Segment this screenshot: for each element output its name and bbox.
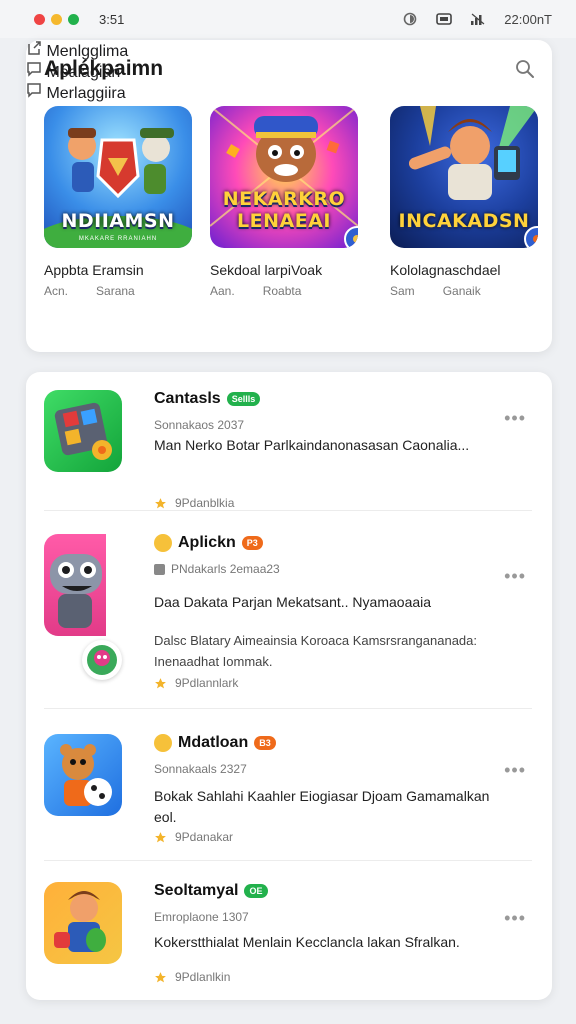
featured-app-2-name: Sekdoal larpiVoak [210, 262, 323, 278]
status-right-text: 22:00nT [504, 11, 552, 27]
search-button[interactable] [512, 56, 538, 82]
app-secondary-icon [82, 640, 122, 680]
featured-app-3-meta-left: Sam [390, 284, 415, 298]
featured-app-3-artwork[interactable]: INCAKADSN [390, 106, 538, 248]
app-badge: OE [244, 884, 268, 898]
status-bar: 3:51 22:00nT [0, 0, 576, 38]
featured-app-2[interactable]: NEKARKRO LENAEAI Sekdoal larpiVoak Aan. … [210, 106, 360, 298]
app-subtitle: Sonnakaals 2327 [154, 762, 247, 776]
featured-app-3-action-label: Merlaggiira [46, 85, 126, 102]
signal-icon [470, 12, 486, 26]
comment-icon [27, 62, 41, 77]
star-icon [155, 831, 166, 842]
window-controls [34, 13, 79, 25]
featured-app-1-artwork[interactable]: NDIIAMSN MKAKARE RRANIAHN [44, 106, 192, 248]
calendar-icon [154, 563, 165, 575]
smiley-icon [154, 734, 172, 752]
featured-app-3[interactable]: INCAKADSN Kololagnaschdael Sam Ganaik [390, 106, 540, 298]
app-icon[interactable] [44, 734, 122, 816]
app-icon[interactable] [44, 882, 122, 964]
app-rating[interactable]: 9Pdlanlkin [154, 970, 230, 984]
featured-app-3-action-button[interactable]: Merlaggiira [26, 82, 552, 103]
more-options-button[interactable]: ••• [504, 908, 526, 929]
app-rating-label: 9Pdlannlark [175, 676, 239, 690]
star-icon [155, 497, 166, 508]
featured-header: Aplékpaimn [44, 54, 538, 84]
app-description: Bokak Sahlahi Kaahler Eiogiasar Djoam Ga… [154, 788, 490, 804]
page-title: Aplékpaimn [44, 57, 164, 80]
app-name[interactable]: Cantasls [154, 390, 221, 408]
featured-app-3-art-text: INCAKADSN [398, 210, 530, 232]
app-name[interactable]: Mdatloan [178, 734, 248, 752]
app-badge: Sellls [226, 392, 261, 406]
battery-saver-icon [402, 12, 418, 26]
featured-app-3-name: Kololagnaschdael [390, 262, 501, 278]
app-title-row: Aplickn P3 [154, 534, 263, 552]
app-description-extra: eol. [154, 809, 177, 825]
featured-app-1-meta-left: Acn. [44, 284, 69, 298]
smiley-icon [154, 534, 172, 552]
screen-icon [436, 12, 453, 26]
list-item[interactable]: Cantasls Sellls Sonnakaos 2037 Man Nerko… [44, 390, 532, 510]
featured-app-3-meta-right: Ganaik [442, 284, 481, 298]
star-icon [155, 971, 166, 982]
featured-app-2-meta-right: Roabta [262, 284, 302, 298]
app-list-card: Cantasls Sellls Sonnakaos 2037 Man Nerko… [26, 372, 552, 1000]
close-window-button[interactable] [34, 13, 45, 25]
app-rating[interactable]: 9Pdlannlark [154, 676, 238, 690]
list-item[interactable]: Mdatloan B3 Sonnakaals 2327 Bokak Sahlah… [44, 734, 532, 854]
app-description: Man Nerko Botar Parlkaindanonasasan Caon… [154, 437, 470, 453]
share-icon [28, 41, 41, 55]
featured-app-2-artwork[interactable]: NEKARKRO LENAEAI [210, 106, 358, 248]
app-description: Kokerstthialat Menlain Kecclancla lakan … [154, 934, 460, 950]
more-options-button[interactable]: ••• [504, 566, 526, 587]
app-rating-label: 9Pdanakar [175, 830, 234, 844]
featured-app-2-meta-left: Aan. [210, 284, 235, 298]
app-rating-label: 9Pdlanlkin [175, 970, 231, 984]
app-name[interactable]: Seoltamyal [154, 882, 238, 900]
featured-app-1[interactable]: NDIIAMSN MKAKARE RRANIAHN Appbta Eramsin… [44, 106, 194, 298]
featured-app-1-meta-right: Sarana [96, 284, 135, 298]
app-description: Daa Dakata Parjan Mekatsant.. Nyamaoaaia [154, 594, 432, 610]
app-subtitle: PNdakarls 2emaa23 [154, 562, 280, 576]
featured-app-1-art-sub: MKAKARE RRANIAHN [78, 236, 158, 242]
app-icon[interactable] [44, 534, 106, 636]
maximize-window-button[interactable] [68, 13, 79, 25]
minimize-window-button[interactable] [51, 13, 62, 25]
featured-app-1-name: Appbta Eramsin [44, 262, 144, 278]
divider [44, 708, 532, 709]
featured-app-1-meta: Acn. Sarana [44, 284, 194, 298]
app-badge: P3 [241, 536, 263, 550]
app-title-row: Seoltamyal OE [154, 882, 268, 900]
app-name[interactable]: Aplickn [178, 534, 236, 552]
app-title-row: Cantasls Sellls [154, 390, 261, 408]
app-icon[interactable] [44, 390, 122, 472]
divider [44, 860, 532, 861]
more-options-button[interactable]: ••• [504, 760, 526, 781]
app-badge: B3 [254, 736, 276, 750]
list-item[interactable]: Seoltamyal OE Emroplaone 1307 Kokerstthi… [44, 882, 532, 992]
app-rating-label: 9Pdanblkia [175, 496, 235, 510]
app-rating[interactable]: 9Pdanblkia [154, 496, 234, 510]
divider [44, 510, 532, 511]
featured-card: Aplékpaimn NDIIAMSN MKAKARE RRANIAHN App… [26, 40, 552, 352]
featured-app-1-art-text: NDIIAMSN [61, 210, 175, 232]
featured-app-2-meta: Aan. Roabta [210, 284, 360, 298]
more-options-button[interactable]: ••• [504, 408, 526, 429]
app-description-extra: Dalsc Blatary Aimeainsia Koroaca Kamsrsr… [154, 633, 478, 669]
app-subtitle: Sonnakaos 2037 [154, 418, 245, 432]
featured-app-2-art-text: NEKARKRO LENAEAI [222, 188, 346, 232]
list-item[interactable]: Aplickn P3 PNdakarls 2emaa23 Daa Dakata … [44, 534, 532, 694]
app-subtitle-text: PNdakarls 2emaa23 [171, 562, 280, 576]
featured-app-3-meta: Sam Ganaik [390, 284, 540, 298]
app-subtitle: Emroplaone 1307 [154, 910, 249, 924]
app-title-row: Mdatloan B3 [154, 734, 276, 752]
star-icon [155, 677, 166, 688]
comment-icon [27, 83, 41, 98]
app-rating[interactable]: 9Pdanakar [154, 830, 233, 844]
status-time: 3:51 [99, 11, 125, 27]
search-icon [516, 60, 534, 78]
